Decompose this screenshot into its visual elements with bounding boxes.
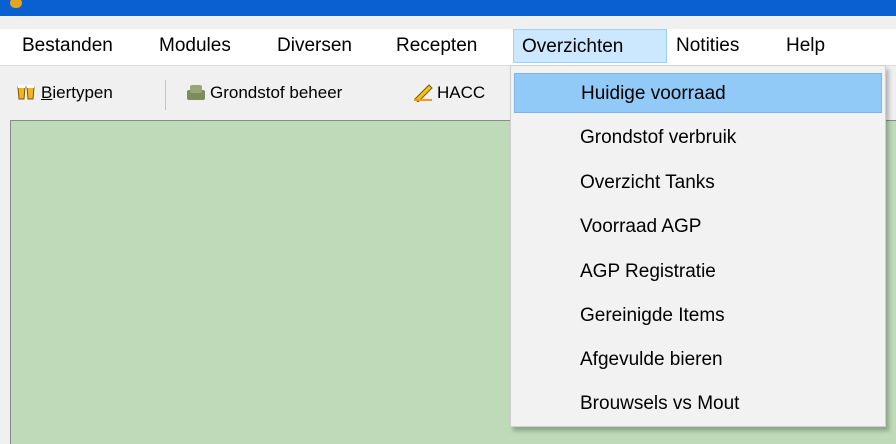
- menu-diversen[interactable]: Diversen: [269, 29, 360, 63]
- beer-glasses-icon: [17, 85, 35, 100]
- pencil-icon: [414, 84, 433, 102]
- menu-notities[interactable]: Notities: [668, 29, 747, 63]
- menu-item-huidige-voorraad[interactable]: Huidige voorraad: [514, 73, 882, 113]
- app-icon: [10, 0, 22, 8]
- menu-item-agp-registratie[interactable]: AGP Registratie: [514, 252, 882, 292]
- menu-item-gereinigde-items[interactable]: Gereinigde Items: [514, 296, 882, 336]
- hacc-button[interactable]: HACC: [412, 78, 508, 108]
- overzichten-dropdown-menu: Huidige voorraad Grondstof verbruik Over…: [510, 65, 886, 427]
- biertypen-button[interactable]: Biertypen: [16, 78, 156, 108]
- toolbar-separator: [165, 80, 166, 110]
- menu-help[interactable]: Help: [778, 29, 833, 63]
- grondstof-beheer-button[interactable]: Grondstof beheer: [185, 78, 405, 108]
- biertypen-label: Biertypen: [41, 83, 113, 102]
- menu-overzichten[interactable]: Overzichten: [513, 29, 667, 63]
- menu-item-brouwsels-vs-mout[interactable]: Brouwsels vs Mout: [514, 384, 882, 424]
- window-titlebar[interactable]: [0, 0, 896, 16]
- menu-item-overzicht-tanks[interactable]: Overzicht Tanks: [514, 163, 882, 203]
- menubar: Bestanden Modules Diversen Recepten Over…: [0, 29, 896, 65]
- menu-modules[interactable]: Modules: [151, 29, 239, 63]
- sacks-icon: [187, 85, 205, 100]
- menu-item-voorraad-agp[interactable]: Voorraad AGP: [514, 207, 882, 247]
- menu-bestanden[interactable]: Bestanden: [14, 29, 121, 63]
- hacc-label: HACC: [437, 83, 486, 102]
- menu-item-grondstof-verbruik[interactable]: Grondstof verbruik: [514, 118, 882, 158]
- grondstof-beheer-label: Grondstof beheer: [210, 83, 343, 102]
- menu-item-afgevulde-bieren[interactable]: Afgevulde bieren: [514, 340, 882, 380]
- menu-recepten[interactable]: Recepten: [388, 29, 485, 63]
